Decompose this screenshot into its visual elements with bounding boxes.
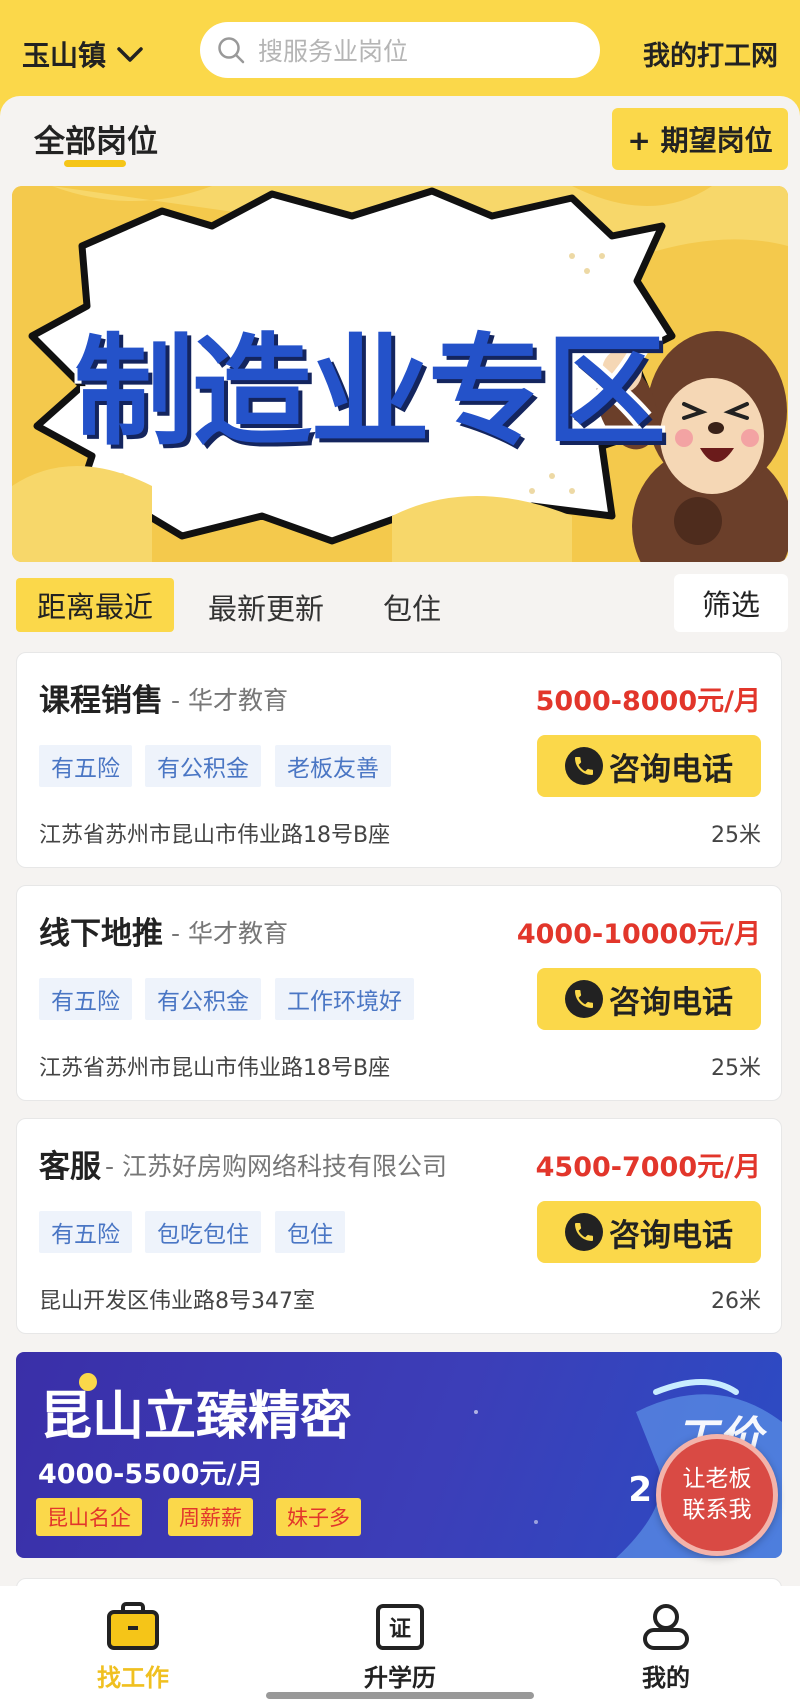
phone-icon xyxy=(565,747,603,785)
job-tag: 有五险 xyxy=(39,1211,132,1253)
promo-tag: 周薪薪 xyxy=(168,1498,253,1536)
filter-button[interactable]: 筛选 xyxy=(674,574,788,632)
manufacturing-banner[interactable]: 制造业专区 xyxy=(12,186,788,562)
job-company: - 江苏好房购网络科技有限公司 xyxy=(105,1152,447,1181)
job-distance: 26米 xyxy=(711,1289,761,1314)
expect-position-button[interactable]: + 期望岗位 xyxy=(612,108,788,170)
location-label: 玉山镇 xyxy=(22,39,107,72)
search-icon xyxy=(218,37,245,64)
job-address: 昆山开发区伟业路8号347室 xyxy=(39,1289,315,1314)
job-tag: 有五险 xyxy=(39,745,132,787)
job-tag: 老板友善 xyxy=(275,745,391,787)
job-address: 江苏省苏州市昆山市伟业路18号B座 xyxy=(39,1056,391,1081)
call-button[interactable]: 咨询电话 xyxy=(537,735,761,797)
tab-all-positions[interactable]: 全部岗位 xyxy=(34,116,158,161)
briefcase-icon xyxy=(107,1602,159,1650)
nav-mine-label: 我的 xyxy=(642,1664,690,1692)
contact-me-floating-button[interactable]: 让老板 联系我 xyxy=(656,1434,778,1556)
call-button[interactable]: 咨询电话 xyxy=(537,968,761,1030)
promo-salary: 4000-5500元/月 xyxy=(38,1459,264,1490)
nav-mine[interactable]: 我的 xyxy=(586,1602,746,1693)
promo-tag: 昆山名企 xyxy=(36,1498,142,1536)
promo-company: 昆山立臻精密 xyxy=(40,1387,353,1447)
sort-latest[interactable]: 最新更新 xyxy=(208,586,324,628)
sort-bar: 距离最近 最新更新 包住 筛选 xyxy=(0,574,800,636)
job-address: 江苏省苏州市昆山市伟业路18号B座 xyxy=(39,823,391,848)
job-card[interactable]: 线下地推 - 华才教育 4000-10000元/月 有五险 有公积金 工作环境好… xyxy=(16,885,782,1101)
user-icon xyxy=(643,1604,689,1650)
search-placeholder: 搜服务业岗位 xyxy=(258,37,409,66)
job-title: 线下地推 xyxy=(39,916,163,952)
nav-find-job[interactable]: 找工作 xyxy=(53,1602,213,1693)
job-company: - 华才教育 xyxy=(171,686,288,715)
call-label: 咨询电话 xyxy=(609,1217,733,1254)
job-distance: 25米 xyxy=(711,823,761,848)
job-tag: 包吃包住 xyxy=(145,1211,261,1253)
job-distance: 25米 xyxy=(711,1056,761,1081)
nav-education[interactable]: 证 升学历 xyxy=(320,1602,480,1693)
call-label: 咨询电话 xyxy=(609,751,733,788)
job-salary: 5000-8000元/月 xyxy=(535,686,761,717)
phone-icon xyxy=(565,980,603,1018)
contact-line-1: 让老板 xyxy=(682,1465,752,1492)
job-card[interactable]: 课程销售 - 华才教育 5000-8000元/月 有五险 有公积金 老板友善 咨… xyxy=(16,652,782,868)
certificate-icon: 证 xyxy=(376,1604,424,1650)
chevron-down-icon xyxy=(117,47,143,62)
location-selector[interactable]: 玉山镇 xyxy=(22,34,146,74)
promo-tag: 妹子多 xyxy=(276,1498,361,1536)
certificate-glyph: 证 xyxy=(389,1617,411,1642)
contact-line-2: 联系我 xyxy=(682,1497,752,1523)
job-tag: 包住 xyxy=(275,1211,345,1253)
job-title: 课程销售 xyxy=(39,683,163,719)
job-salary: 4500-7000元/月 xyxy=(535,1152,761,1183)
job-tag: 有公积金 xyxy=(145,745,261,787)
search-input[interactable]: 搜服务业岗位 xyxy=(200,22,600,78)
job-company: - 华才教育 xyxy=(171,919,288,948)
job-tag: 有公积金 xyxy=(145,978,261,1020)
call-label: 咨询电话 xyxy=(609,984,733,1021)
nav-find-job-label: 找工作 xyxy=(97,1664,169,1692)
banner-title: 制造业专区 xyxy=(74,323,666,462)
job-tag: 有五险 xyxy=(39,978,132,1020)
job-title: 客服 xyxy=(39,1149,101,1185)
call-button[interactable]: 咨询电话 xyxy=(537,1201,761,1263)
bottom-navigation: 找工作 证 升学历 我的 xyxy=(0,1586,800,1705)
sort-housing[interactable]: 包住 xyxy=(383,586,441,628)
job-salary: 4000-10000元/月 xyxy=(516,919,761,950)
phone-icon xyxy=(565,1213,603,1251)
job-card[interactable]: 客服 - 江苏好房购网络科技有限公司 4500-7000元/月 有五险 包吃包住… xyxy=(16,1118,782,1334)
nav-education-label: 升学历 xyxy=(364,1664,436,1692)
home-indicator xyxy=(266,1692,534,1699)
sort-nearest[interactable]: 距离最近 xyxy=(16,578,174,632)
my-work-link[interactable]: 我的打工网 xyxy=(643,34,778,73)
job-tag: 工作环境好 xyxy=(275,978,414,1020)
tab-active-indicator xyxy=(64,160,126,167)
promo-price-digit: 2 xyxy=(628,1470,652,1510)
